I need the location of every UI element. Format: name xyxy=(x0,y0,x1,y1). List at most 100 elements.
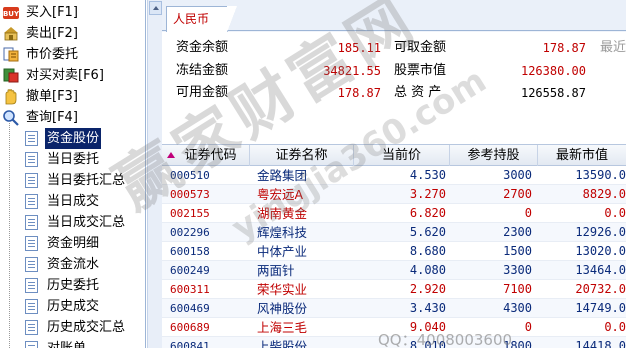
table-row[interactable]: 600311 荣华实业 2.920 7100 20732.0 xyxy=(162,280,626,299)
nav-item-label: 卖出[F2] xyxy=(26,26,78,41)
nav-item-label: 查询[F4] xyxy=(26,110,78,125)
cell-price: 3.430 xyxy=(409,301,446,315)
document-icon xyxy=(25,173,38,188)
frozen-value: 34821.55 xyxy=(323,64,381,78)
cell-code: 002155 xyxy=(170,207,210,220)
total-assets-value: 126558.87 xyxy=(520,86,586,100)
col-header-holding[interactable]: 参考持股 xyxy=(450,145,538,166)
cell-market-value: 13590.0 xyxy=(575,168,626,182)
cell-holding: 2700 xyxy=(503,187,532,201)
nav-sub-label: 历史成交 xyxy=(47,299,100,314)
cell-market-value: 14749.0 xyxy=(575,301,626,315)
nav-scrollbar[interactable] xyxy=(147,0,162,348)
cell-market-value: 14418.0 xyxy=(575,339,626,348)
cell-price: 6.820 xyxy=(409,206,446,220)
cell-price: 4.530 xyxy=(409,168,446,182)
nav-item-label: 买入[F1] xyxy=(26,5,78,20)
nav-sub-label: 历史成交汇总 xyxy=(47,320,126,335)
nav-sub-label: 当日委托 xyxy=(47,152,100,167)
scroll-up-arrow-icon[interactable] xyxy=(149,1,162,15)
nav-sub-label: 历史委托 xyxy=(47,278,100,293)
cell-code: 600158 xyxy=(170,245,210,258)
cell-market-value: 12926.0 xyxy=(575,225,626,239)
cell-name: 上海三毛 xyxy=(257,320,308,335)
cell-price: 8.680 xyxy=(409,244,446,258)
tree-connector xyxy=(9,123,10,348)
available-label: 可用金额 xyxy=(176,85,229,100)
cell-holding: 1500 xyxy=(503,244,532,258)
cell-code: 600469 xyxy=(170,302,210,315)
nav-item-label: 市价委托 xyxy=(26,47,79,62)
nav-sub-label: 当日成交汇总 xyxy=(47,215,126,230)
cancel-order-icon xyxy=(2,88,20,105)
document-icon xyxy=(25,278,38,293)
cell-price: 4.080 xyxy=(409,263,446,277)
stock-value: 126380.00 xyxy=(520,64,586,78)
nav-item-label: 撤单[F3] xyxy=(26,89,78,104)
nav-sub-label: 资金明细 xyxy=(47,236,100,251)
cell-name: 荣华实业 xyxy=(257,282,308,297)
table-row[interactable]: 600689 上海三毛 9.040 0 0.0 xyxy=(162,318,626,337)
cell-holding: 0 xyxy=(524,320,532,334)
table-row[interactable]: 600841 上柴股份 8.010 1800 14418.0 xyxy=(162,337,626,348)
cell-name: 金路集团 xyxy=(257,168,308,183)
cell-holding: 2300 xyxy=(503,225,532,239)
content-panel: 人民币 资金余额 185.11 可取金额 178.87 最近查 冻结金额 348… xyxy=(162,0,626,348)
table-row[interactable]: 600469 风神股份 3.430 4300 14749.0 xyxy=(162,299,626,318)
document-icon xyxy=(25,236,38,251)
withdrawable-value: 178.87 xyxy=(542,41,586,55)
cell-holding: 1800 xyxy=(503,339,532,348)
holdings-table: 证券代码 证券名称 当前价 参考持股 最新市值 000510 金路集团 4.53… xyxy=(162,144,626,348)
nav-sub-label: 资金流水 xyxy=(47,257,100,272)
cell-price: 3.270 xyxy=(409,187,446,201)
cell-market-value: 8829.0 xyxy=(582,187,626,201)
col-header-price[interactable]: 当前价 xyxy=(354,145,450,166)
sell-icon xyxy=(2,25,20,42)
col-header-label: 证券代码 xyxy=(184,148,237,163)
table-row[interactable]: 002296 辉煌科技 5.620 2300 12926.0 xyxy=(162,223,626,242)
cell-name: 两面针 xyxy=(257,263,295,278)
document-icon xyxy=(25,194,38,209)
col-header-code[interactable]: 证券代码 xyxy=(162,145,250,166)
cell-code: 000510 xyxy=(170,169,210,182)
nav-sub-label: 对账单 xyxy=(45,338,88,348)
paired-trade-icon xyxy=(2,67,20,84)
cell-price: 9.040 xyxy=(409,320,446,334)
cell-holding: 3000 xyxy=(503,168,532,182)
withdrawable-label: 可取金额 xyxy=(394,40,447,55)
tab-rmb[interactable]: 人民币 xyxy=(166,6,237,32)
table-row[interactable]: 000510 金路集团 4.530 3000 13590.0 xyxy=(162,166,626,185)
available-value: 178.87 xyxy=(337,86,381,100)
cell-price: 2.920 xyxy=(409,282,446,296)
cell-market-value: 0.0 xyxy=(604,206,626,220)
table-row[interactable]: 000573 粤宏远A 3.270 2700 8829.0 xyxy=(162,185,626,204)
cell-market-value: 20732.0 xyxy=(575,282,626,296)
document-icon xyxy=(25,152,38,167)
total-assets-label: 总 资 产 xyxy=(394,85,442,100)
table-row[interactable]: 002155 湖南黄金 6.820 0 0.0 xyxy=(162,204,626,223)
col-header-name[interactable]: 证券名称 xyxy=(250,145,354,166)
cell-holding: 4300 xyxy=(503,301,532,315)
recent-query-hint[interactable]: 最近查 xyxy=(600,38,626,58)
table-row[interactable]: 600158 中体产业 8.680 1500 13020.0 xyxy=(162,242,626,261)
cell-name: 风神股份 xyxy=(257,301,308,316)
cell-code: 600311 xyxy=(170,283,210,296)
table-header: 证券代码 证券名称 当前价 参考持股 最新市值 xyxy=(162,144,626,166)
document-icon xyxy=(25,131,38,146)
currency-tab-bar: 人民币 xyxy=(162,0,626,32)
cell-holding: 3300 xyxy=(503,263,532,277)
frozen-label: 冻结金额 xyxy=(176,63,229,78)
sort-ascending-icon xyxy=(167,152,175,158)
table-row[interactable]: 600249 两面针 4.080 3300 13464.0 xyxy=(162,261,626,280)
nav-item-label: 对买对卖[F6] xyxy=(26,68,104,83)
cell-market-value: 13020.0 xyxy=(575,244,626,258)
col-header-market-value[interactable]: 最新市值 xyxy=(538,145,626,166)
cell-name: 湖南黄金 xyxy=(257,206,308,221)
nav-tree: BUY 买入[F1] 卖出[F2] 市价委托 对买对卖[F6] 撤单[F3] 查… xyxy=(0,0,146,348)
fund-summary: 资金余额 185.11 可取金额 178.87 最近查 冻结金额 34821.5… xyxy=(162,32,626,144)
nav-sub-label: 资金股份 xyxy=(45,128,102,149)
cell-code: 600841 xyxy=(170,340,210,348)
cell-name: 辉煌科技 xyxy=(257,225,308,240)
cell-market-value: 13464.0 xyxy=(575,263,626,277)
query-icon xyxy=(2,109,20,126)
